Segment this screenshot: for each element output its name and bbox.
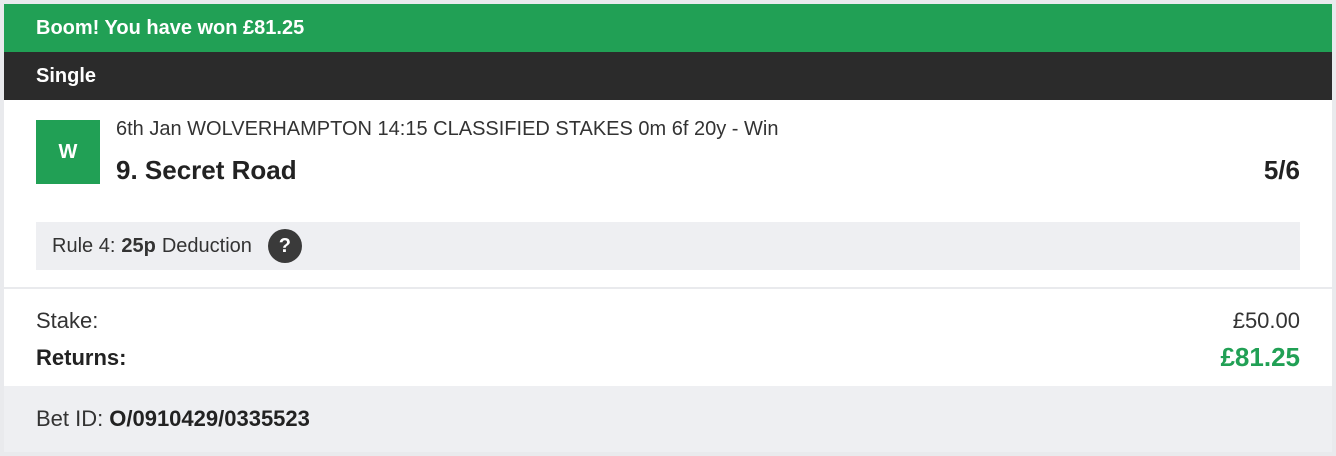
rule4-amount: 25p bbox=[121, 234, 156, 257]
bet-id-footer: Bet ID: O/0910429/0335523 bbox=[4, 386, 1332, 452]
runner-name: 9. Secret Road bbox=[116, 155, 297, 185]
odds-value: 5/6 bbox=[1263, 155, 1300, 185]
returns-label: Returns: bbox=[36, 345, 127, 370]
bet-type-header: Single bbox=[4, 52, 1332, 100]
bet-receipt-card: Boom! You have won £81.25 Single W 6th J… bbox=[4, 4, 1332, 452]
bet-id-value: O/0910429/0335523 bbox=[109, 406, 310, 431]
rule4-deduction-notice: Rule 4: 25p Deduction ? bbox=[36, 222, 1300, 270]
rule4-suffix: Deduction bbox=[161, 234, 252, 257]
win-banner: Boom! You have won £81.25 bbox=[4, 4, 1332, 52]
win-result-badge: W bbox=[36, 120, 100, 184]
bet-id-label: Bet ID: bbox=[36, 406, 104, 431]
selection-panel: W 6th Jan WOLVERHAMPTON 14:15 CLASSIFIED… bbox=[4, 100, 1332, 287]
question-icon[interactable]: ? bbox=[267, 229, 302, 263]
stake-label: Stake: bbox=[36, 308, 99, 333]
returns-value: £81.25 bbox=[1220, 342, 1300, 372]
rule4-prefix: Rule 4: bbox=[52, 234, 116, 257]
event-description: 6th Jan WOLVERHAMPTON 14:15 CLASSIFIED S… bbox=[116, 118, 779, 140]
totals-panel: Stake: £50.00 Returns: £81.25 bbox=[4, 289, 1332, 386]
stake-value: £50.00 bbox=[1232, 308, 1300, 333]
